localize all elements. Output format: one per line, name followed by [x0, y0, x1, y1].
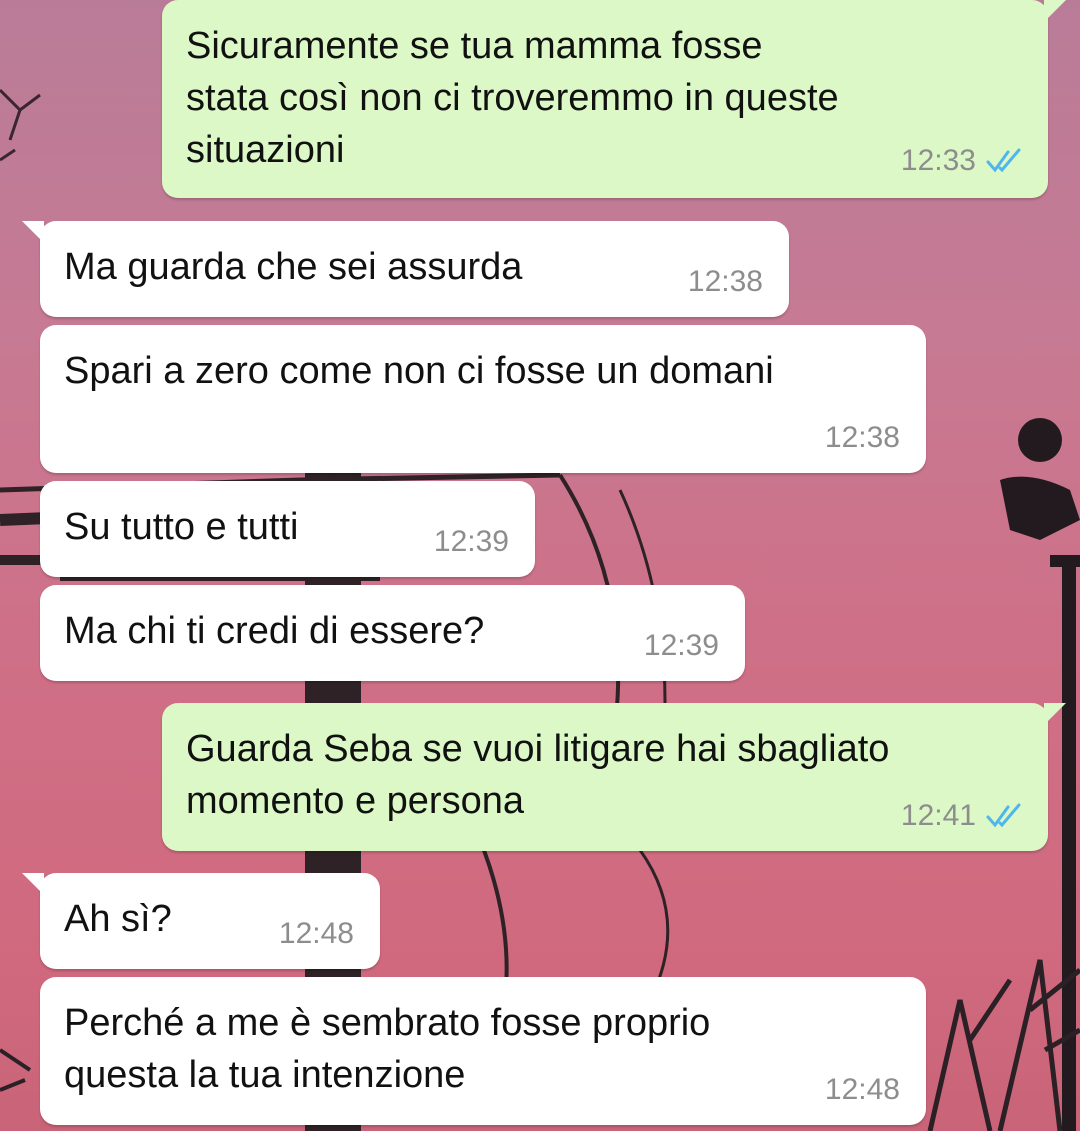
message-text: Guarda Seba se vuoi litigare hai sbaglia… [186, 728, 890, 822]
message-text: Su tutto e tutti [64, 506, 299, 548]
message-meta: 12:39 [644, 629, 719, 663]
message-time: 12:38 [687, 265, 763, 298]
message-meta: 12:33 [901, 144, 1022, 178]
bubble-tail [22, 221, 44, 243]
message-time: 12:33 [900, 144, 976, 177]
bubble-tail [22, 873, 44, 895]
message-text: Sicuramente se tua mamma fosse stata cos… [186, 25, 839, 171]
message-text: Perché a me è sembrato fosse proprio que… [64, 1002, 711, 1096]
message-bubble-outgoing[interactable]: Sicuramente se tua mamma fosse stata cos… [162, 0, 1066, 198]
message-meta: 12:38 [688, 265, 763, 299]
message-time: 12:48 [824, 1073, 900, 1106]
bubble-tail [1044, 0, 1066, 22]
message-text: Ma guarda che sei assurda [64, 246, 523, 288]
message-bubble-incoming[interactable]: Ah sì? 12:48 [22, 873, 380, 969]
message-bubble-incoming[interactable]: Ma chi ti credi di essere? 12:39 [40, 585, 745, 681]
message-bubble-incoming[interactable]: Perché a me è sembrato fosse proprio que… [40, 977, 926, 1125]
message-time: 12:48 [278, 917, 354, 950]
message-time: 12:39 [433, 525, 509, 558]
double-check-read-icon [986, 148, 1021, 173]
message-meta: 12:39 [434, 525, 509, 559]
message-meta: 12:38 [825, 421, 900, 455]
message-bubble-incoming[interactable]: Ma guarda che sei assurda 12:38 [22, 221, 789, 317]
message-text: Spari a zero come non ci fosse un domani [64, 350, 774, 392]
message-bubble-incoming[interactable]: Su tutto e tutti 12:39 [40, 481, 535, 577]
message-bubble-outgoing[interactable]: Guarda Seba se vuoi litigare hai sbaglia… [162, 703, 1066, 851]
message-meta: 12:48 [825, 1073, 900, 1107]
message-time: 12:38 [824, 421, 900, 454]
message-text: Ah sì? [64, 898, 172, 940]
double-check-read-icon [986, 803, 1021, 828]
message-text: Ma chi ti credi di essere? [64, 610, 485, 652]
message-meta: 12:48 [279, 917, 354, 951]
message-time: 12:39 [643, 629, 719, 662]
message-bubble-incoming[interactable]: Spari a zero come non ci fosse un domani… [40, 325, 926, 473]
bubble-tail [1044, 703, 1066, 725]
message-meta: 12:41 [901, 799, 1022, 833]
message-time: 12:41 [900, 799, 976, 832]
